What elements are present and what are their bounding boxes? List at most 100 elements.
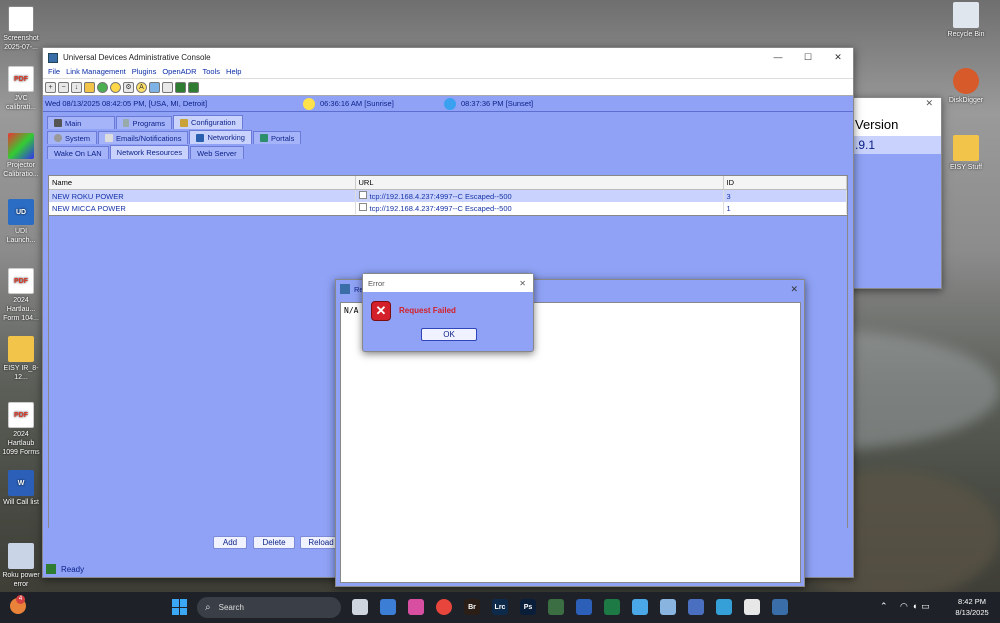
menu-openadr[interactable]: OpenADR [159,67,199,78]
search-box[interactable]: ⌕ Search [197,597,341,618]
app-icon [340,284,350,294]
menu-plugins[interactable]: Plugins [129,67,160,78]
minimize-button[interactable]: — [763,52,793,63]
record-icon[interactable] [188,81,199,93]
expand-icon[interactable]: + [45,81,56,93]
resources-table[interactable]: Name URL ID NEW ROKU POWER tcp://192.168… [48,175,848,216]
error-icon: ✕ [371,301,391,321]
ok-button[interactable]: OK [421,328,477,341]
calculator-icon[interactable] [660,599,676,615]
column-header-name[interactable]: Name [49,176,356,190]
tab-web-server[interactable]: Web Server [190,146,244,159]
desktop-icon-udlauncher[interactable]: UD UDI Launch... [0,199,42,245]
taskbar: 4 ⌕ Search Br Lrc Ps ⌃ ◠◖▭ 8:42 PM 8/13/… [0,592,1000,623]
circle-a-icon[interactable]: A [136,81,147,93]
tab-emails[interactable]: Emails/Notifications [98,131,189,144]
copilot-icon[interactable] [408,599,424,615]
store-icon[interactable] [380,599,396,615]
desktop-icon-diskdigger[interactable]: DiskDigger [945,68,987,105]
pdf-icon: PDF [8,66,34,92]
status-text: Ready [61,564,85,574]
add-button[interactable]: Add [213,536,247,549]
title-bar[interactable]: Universal Devices Administrative Console… [43,48,853,67]
start-icon[interactable] [172,599,188,615]
menu-tools[interactable]: Tools [200,67,224,78]
tab-network-resources[interactable]: Network Resources [109,145,190,159]
photoshop-icon[interactable]: Ps [520,599,536,615]
background-window[interactable]: ✕ Version .9.1 [846,97,942,289]
settings-icon[interactable]: ⚙ [123,81,134,93]
desktop-icon-recycle-bin[interactable]: Recycle Bin [945,2,987,39]
refresh-icon[interactable] [97,81,108,93]
close-icon[interactable]: ✕ [519,279,526,288]
tab-main[interactable]: Main [47,116,115,129]
menu-file[interactable]: File [45,67,63,78]
search-placeholder: Search [218,603,244,612]
chevron-up-icon[interactable]: ⌃ [880,601,888,612]
window-icon[interactable] [162,81,173,93]
word-icon[interactable] [576,599,592,615]
sun-icon [303,97,315,110]
close-button[interactable]: ✕ [823,52,853,63]
status-bar: Ready [46,562,336,576]
excel-icon[interactable] [604,599,620,615]
desktop-icon-projector[interactable]: Projector Calibratio... [0,133,42,179]
cell-url: tcp://192.168.4.237:4997--C Escaped--500 [355,189,724,202]
tab-portals[interactable]: Portals [252,131,302,144]
tab-wake-on-lan[interactable]: Wake On LAN [47,146,109,159]
folder-icon [953,135,979,161]
desktop-icon-form[interactable]: PDF 2024 Hartlau... Form 104... [0,268,42,323]
app-icon[interactable] [548,599,564,615]
table-row[interactable]: NEW MICCA POWER tcp://192.168.4.237:4997… [49,202,847,214]
desktop-icon-roku-error[interactable]: Roku power error [0,543,42,589]
menu-link-management[interactable]: Link Management [63,67,129,78]
error-title-bar[interactable]: Error ✕ [363,274,533,292]
maximize-button[interactable]: ☐ [793,52,823,63]
column-header-id[interactable]: ID [723,176,847,190]
collapse-icon[interactable]: − [58,81,69,93]
bridge-icon[interactable]: Br [464,599,480,615]
ud-console-icon[interactable] [772,599,788,615]
lightbulb-icon[interactable] [110,81,121,93]
tab-configuration[interactable]: Configuration [173,115,243,129]
close-icon[interactable]: ✕ [847,98,941,114]
status-icon [46,564,56,574]
printer-icon [8,543,34,569]
system-tray-icons[interactable]: ◠◖▭ [900,601,934,612]
menu-help[interactable]: Help [223,67,244,78]
network-icon[interactable] [688,599,704,615]
folder-icon [8,336,34,362]
tab-row-networking: Wake On LAN Network Resources Web Server [43,144,853,159]
snipping-icon[interactable] [744,599,760,615]
datetime-text: Wed 08/13/2025 08:42:05 PM, [USA, MI, De… [45,99,208,108]
notepad-icon[interactable] [716,599,732,615]
folder-icon[interactable] [84,81,95,93]
error-dialog[interactable]: Error ✕ ✕ Request Failed OK [362,273,534,352]
desktop-icon-jvc[interactable]: PDF JVC calibrati... [0,66,42,112]
chrome-icon[interactable] [436,599,452,615]
task-view-icon[interactable] [352,599,368,615]
play-icon[interactable] [175,81,186,93]
table-row[interactable]: NEW ROKU POWER tcp://192.168.4.237:4997-… [49,189,847,202]
sort-icon[interactable]: ↓ [71,81,82,93]
tab-networking[interactable]: Networking [189,130,252,144]
terminal-icon[interactable] [632,599,648,615]
tab-system[interactable]: System [47,131,98,144]
wrench-icon [180,118,188,127]
desktop-icon-1099[interactable]: PDF 2024 Hartlaub 1099 Forms [0,402,42,457]
desktop-icon-eisy-stuff[interactable]: EISY Stuff [945,135,987,172]
clock[interactable]: 8:42 PM 8/13/2025 [948,596,996,618]
close-icon[interactable]: ✕ [790,284,798,295]
document-icon [358,191,367,199]
sunset-text: 08:37:36 PM [Sunset] [461,99,534,108]
tab-programs[interactable]: Programs [116,116,172,129]
chart-icon[interactable] [149,81,160,93]
column-header-url[interactable]: URL [355,176,724,190]
lightroom-icon[interactable]: Lrc [492,599,508,615]
tab-row-config: System Emails/Notifications Networking P… [43,129,853,144]
delete-button[interactable]: Delete [253,536,295,549]
cell-id: 3 [723,189,847,202]
desktop-icon-willcall[interactable]: W Will Call list [0,470,42,507]
desktop-icon-eisy-folder[interactable]: EISY IR_8-12... [0,336,42,382]
desktop-icon-screenshot[interactable]: Screenshot 2025-07-... [0,6,42,52]
